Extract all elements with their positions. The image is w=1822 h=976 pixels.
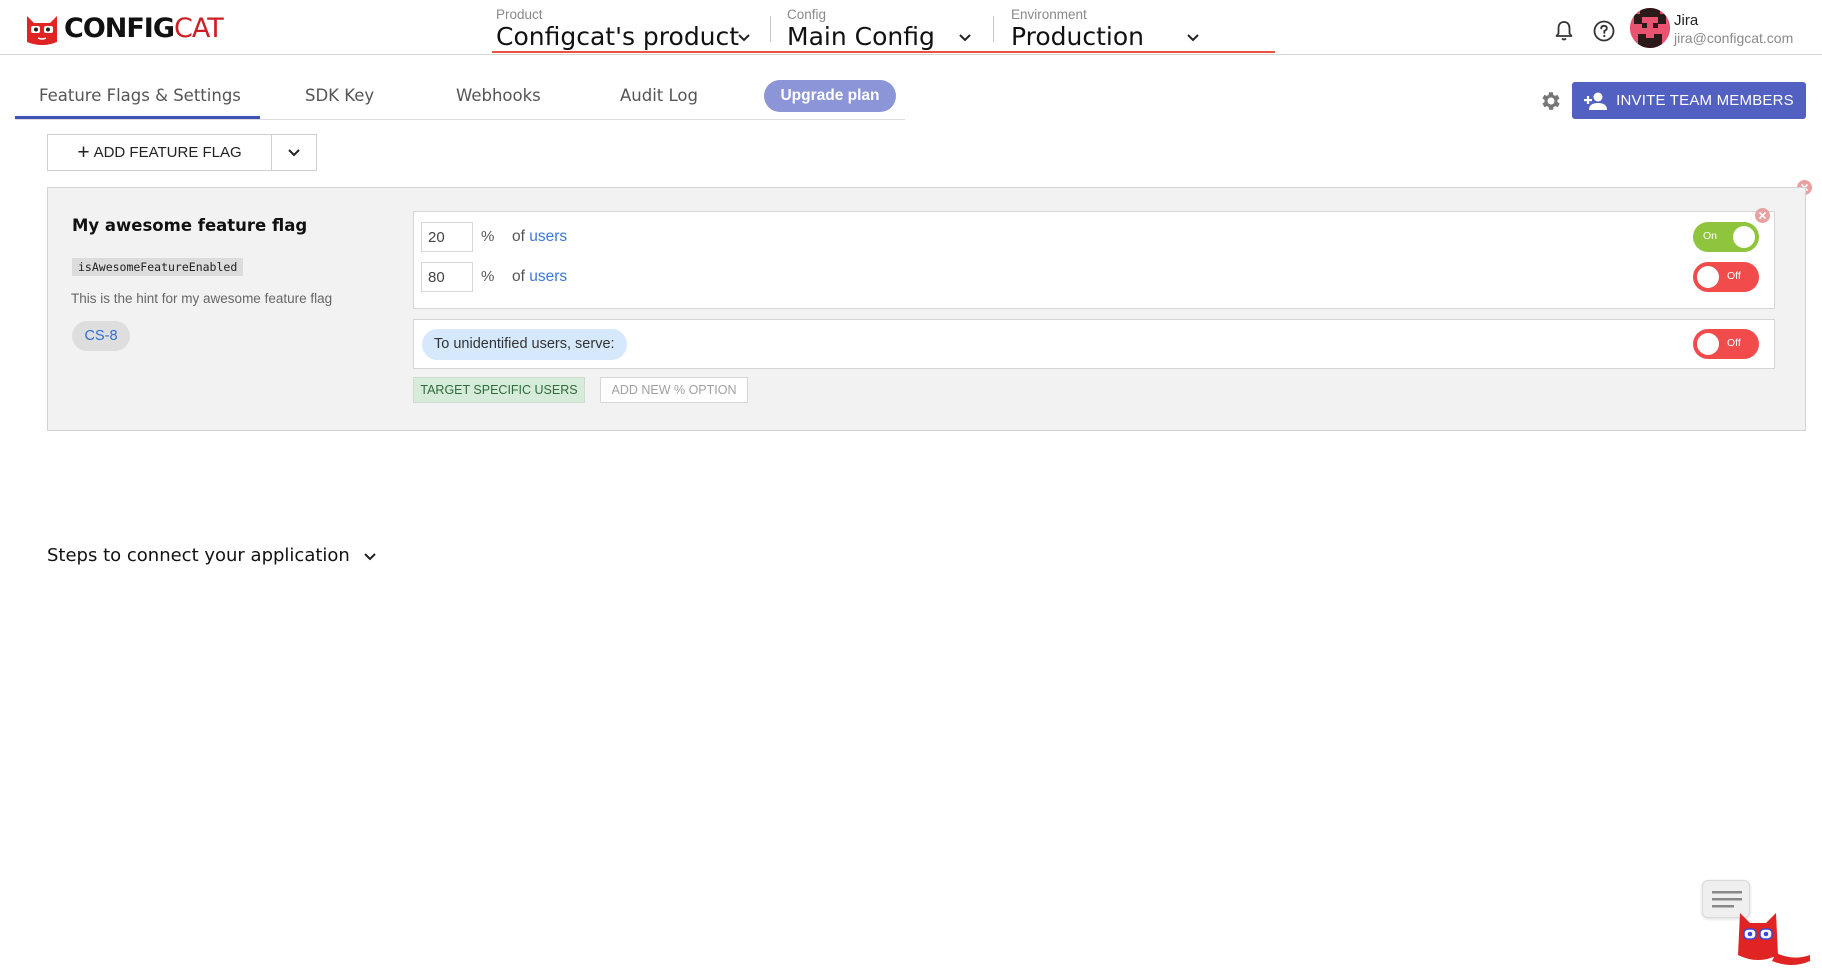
environment-selector-label: Environment: [1011, 7, 1087, 22]
default-value-toggle[interactable]: Off: [1693, 329, 1759, 359]
flag-key[interactable]: isAwesomeFeatureEnabled: [72, 258, 244, 276]
percent-sign: %: [481, 268, 495, 285]
config-selector-label: Config: [787, 7, 827, 22]
top-header: CONFIGCAT Product Configcat's product Co…: [0, 0, 1822, 55]
chevron-down-icon: [1187, 34, 1199, 42]
gear-icon[interactable]: [1539, 89, 1563, 113]
add-percentage-option-button[interactable]: ADD NEW % OPTION: [600, 377, 748, 403]
add-feature-flag-split-button: + ADD FEATURE FLAG: [47, 134, 317, 171]
percentage-input[interactable]: [421, 262, 473, 292]
avatar-image: [1630, 8, 1670, 48]
percent-sign: %: [481, 228, 495, 245]
steps-to-connect-toggle[interactable]: Steps to connect your application: [47, 545, 378, 566]
logo-word-config: CONFIG: [64, 13, 175, 44]
chevron-down-icon: [288, 148, 300, 156]
add-feature-flag-button[interactable]: + ADD FEATURE FLAG: [48, 135, 272, 170]
product-selector[interactable]: Product Configcat's product: [496, 0, 786, 54]
of-label: of: [512, 268, 525, 285]
percentage-rule-row: % of users Off: [414, 262, 1774, 292]
toggle-knob: [1697, 266, 1719, 288]
config-selector-value: Main Config: [787, 22, 935, 51]
default-serve-box: To unidentified users, serve: Off: [413, 319, 1775, 369]
selector-divider: [770, 16, 771, 42]
config-selector[interactable]: Config Main Config: [787, 0, 977, 54]
avatar[interactable]: [1630, 8, 1670, 48]
chat-mascot-cat-icon[interactable]: [1732, 903, 1812, 971]
add-feature-flag-dropdown[interactable]: [272, 135, 316, 170]
configcat-logo[interactable]: CONFIGCAT: [24, 12, 224, 46]
tab-audit-log[interactable]: Audit Log: [620, 86, 698, 105]
upgrade-plan-button[interactable]: Upgrade plan: [764, 80, 896, 112]
environment-selector-value: Production: [1011, 22, 1145, 51]
tab-webhooks[interactable]: Webhooks: [456, 86, 541, 105]
invite-button-label: INVITE TEAM MEMBERS: [1616, 92, 1794, 109]
user-name: Jira: [1674, 12, 1699, 29]
active-tab-indicator: [15, 116, 260, 119]
help-icon[interactable]: [1592, 19, 1616, 43]
of-label: of: [512, 228, 525, 245]
configcat-cat-icon: [27, 16, 57, 45]
main-tabs: Feature Flags & Settings SDK Key Webhook…: [15, 78, 905, 120]
flag-tag-chip[interactable]: CS-8: [72, 321, 130, 351]
add-person-icon: [1584, 92, 1608, 110]
of-users-text: of users: [512, 228, 567, 246]
chevron-down-icon: [738, 34, 750, 42]
user-email: jira@configcat.com: [1674, 30, 1794, 46]
serve-label: To unidentified users, serve:: [422, 329, 627, 360]
of-users-text: of users: [512, 268, 567, 286]
toggle-knob: [1733, 226, 1755, 248]
bell-icon[interactable]: [1552, 19, 1576, 43]
percentage-rule-row: % of users On: [414, 222, 1774, 252]
tab-sdk-key[interactable]: SDK Key: [305, 86, 374, 105]
rule-value-toggle[interactable]: Off: [1693, 262, 1759, 292]
logo-wordmark: CONFIGCAT: [64, 12, 224, 46]
users-link[interactable]: users: [529, 268, 567, 285]
add-feature-flag-label: ADD FEATURE FLAG: [93, 144, 242, 161]
product-selector-value: Configcat's product: [496, 22, 740, 51]
toggle-state-label: On: [1703, 230, 1718, 242]
selector-underline: [492, 51, 1275, 53]
flag-hint: This is the hint for my awesome feature …: [71, 291, 333, 306]
chevron-down-icon: [959, 34, 971, 42]
remove-percentage-rules-icon[interactable]: [1755, 208, 1770, 223]
environment-selector[interactable]: Environment Production: [1011, 0, 1221, 54]
chevron-down-icon: [364, 552, 376, 560]
tab-feature-flags[interactable]: Feature Flags & Settings: [39, 86, 241, 105]
logo-word-cat: CAT: [174, 13, 224, 44]
percentage-input[interactable]: [421, 222, 473, 252]
plus-icon: +: [77, 140, 90, 164]
rule-value-toggle[interactable]: On: [1693, 222, 1759, 252]
toggle-knob: [1697, 333, 1719, 355]
users-link[interactable]: users: [529, 228, 567, 245]
target-specific-users-button[interactable]: TARGET SPECIFIC USERS: [413, 377, 585, 403]
feature-flag-card: My awesome feature flag isAwesomeFeature…: [47, 187, 1806, 431]
close-icon: [1758, 211, 1767, 220]
toggle-state-label: Off: [1727, 270, 1741, 282]
toggle-state-label: Off: [1727, 337, 1741, 349]
selector-divider: [993, 16, 994, 42]
product-selector-label: Product: [496, 7, 543, 22]
invite-team-members-button[interactable]: INVITE TEAM MEMBERS: [1572, 82, 1806, 119]
steps-title: Steps to connect your application: [47, 545, 350, 566]
percentage-rules-box: % of users On % of users Off: [413, 211, 1775, 309]
flag-name: My awesome feature flag: [72, 216, 308, 235]
